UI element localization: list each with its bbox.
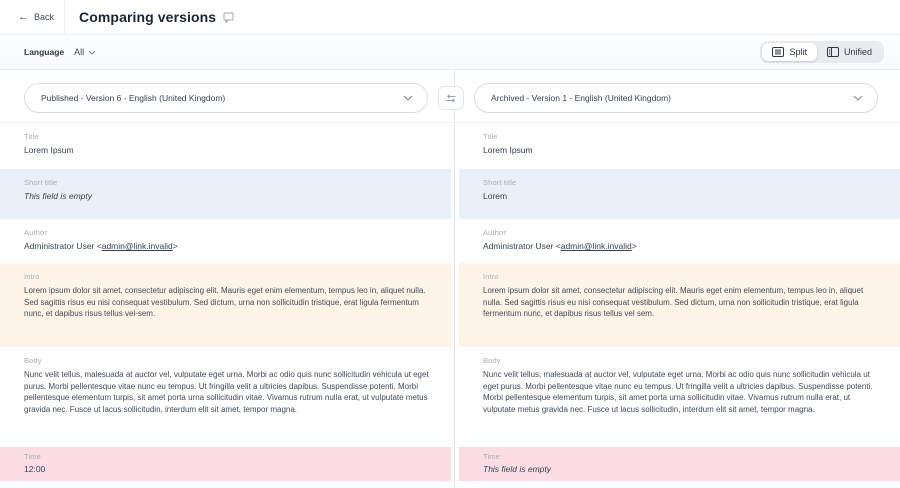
author-email-link[interactable]: admin@link.invalid xyxy=(102,241,173,251)
field-row-time: Time 12:00 Time This field is empty xyxy=(0,447,900,481)
row-gap xyxy=(451,123,459,169)
version-selectors-row: Published - Version 6 - English (United … xyxy=(0,70,900,123)
field-label: Time xyxy=(24,452,429,461)
field-label: Title xyxy=(24,132,429,141)
comparing-versions-page: ← Back Comparing versions Language All xyxy=(0,0,900,488)
field-label: Author xyxy=(483,228,878,237)
field-cell-left: Intro Lorem ipsum dolor sit amet, consec… xyxy=(0,263,451,347)
field-value: Lorem Ipsum xyxy=(24,145,429,156)
language-value: All xyxy=(74,47,84,57)
field-label: Author xyxy=(24,228,429,237)
field-cell-right: Time This field is empty xyxy=(459,447,900,481)
view-mode-toggle: Split Unified xyxy=(760,41,884,63)
split-view-button[interactable]: Split xyxy=(762,43,817,61)
field-value-empty: This field is empty xyxy=(24,191,429,202)
field-label: Short title xyxy=(483,178,878,187)
author-suffix: > xyxy=(173,241,178,251)
back-label: Back xyxy=(34,12,54,22)
author-email-link[interactable]: admin@link.invalid xyxy=(561,241,632,251)
field-cell-left: Short title This field is empty xyxy=(0,169,451,219)
top-header: ← Back Comparing versions xyxy=(0,0,900,35)
author-prefix: Administrator User < xyxy=(24,241,102,251)
right-version-select[interactable]: Archived - Version 1 - English (United K… xyxy=(474,83,878,113)
field-label: Body xyxy=(483,356,878,365)
field-value: Lorem ipsum dolor sit amet, consectetur … xyxy=(24,285,429,320)
language-label: Language xyxy=(24,47,64,57)
field-value-empty: This field is empty xyxy=(483,464,878,475)
comment-square-icon xyxy=(223,12,234,23)
field-row-short-title: Short title This field is empty Short ti… xyxy=(0,169,900,219)
back-arrow-icon: ← xyxy=(18,12,29,23)
row-gap xyxy=(451,219,459,263)
field-cell-left: Time 12:00 xyxy=(0,447,451,481)
field-cell-right: Body Nunc velit tellus, malesuada at auc… xyxy=(459,347,900,447)
field-row-author: Author Administrator User <admin@link.in… xyxy=(0,219,900,263)
field-label: Body xyxy=(24,356,429,365)
field-value: 12:00 xyxy=(24,464,429,475)
field-value: Lorem xyxy=(483,191,878,202)
field-cell-right: Intro Lorem ipsum dolor sit amet, consec… xyxy=(459,263,900,347)
row-gap xyxy=(451,169,459,219)
field-cell-left: Author Administrator User <admin@link.in… xyxy=(0,219,451,263)
chevron-down-icon xyxy=(88,50,96,55)
author-prefix: Administrator User < xyxy=(483,241,561,251)
row-gap xyxy=(451,263,459,347)
field-cell-right: Title Lorem Ipsum xyxy=(459,123,900,169)
language-select[interactable]: All xyxy=(74,47,96,57)
swap-versions-button[interactable] xyxy=(438,86,464,110)
field-label: Short title xyxy=(24,178,429,187)
field-label: Time xyxy=(483,452,878,461)
column-divider xyxy=(454,70,455,488)
right-version-value: Archived - Version 1 - English (United K… xyxy=(491,93,853,103)
unified-view-button[interactable]: Unified xyxy=(817,43,882,61)
field-value: Lorem Ipsum xyxy=(483,145,878,156)
field-label: Title xyxy=(483,132,878,141)
chevron-down-icon xyxy=(403,95,413,101)
field-row-intro: Intro Lorem ipsum dolor sit amet, consec… xyxy=(0,263,900,347)
field-label: Intro xyxy=(24,272,429,281)
field-cell-left: Title Lorem Ipsum xyxy=(0,123,451,169)
field-value: Nunc velit tellus, malesuada at auctor v… xyxy=(483,369,878,415)
field-cell-right: Author Administrator User <admin@link.in… xyxy=(459,219,900,263)
field-cell-left: Body Nunc velit tellus, malesuada at auc… xyxy=(0,347,451,447)
unified-view-icon xyxy=(827,47,839,57)
row-gap xyxy=(451,347,459,447)
compare-content: Published - Version 6 - English (United … xyxy=(0,70,900,488)
field-value: Administrator User <admin@link.invalid> xyxy=(483,241,878,252)
field-cell-right: Short title Lorem xyxy=(459,169,900,219)
header-divider xyxy=(64,0,65,35)
left-version-value: Published - Version 6 - English (United … xyxy=(41,93,403,103)
split-view-icon xyxy=(772,47,784,57)
compare-toolbar: Language All Split xyxy=(0,35,900,70)
field-row-title: Title Lorem Ipsum Title Lorem Ipsum xyxy=(0,123,900,169)
swap-arrows-icon xyxy=(445,94,457,103)
chevron-down-icon xyxy=(853,95,863,101)
back-button[interactable]: ← Back xyxy=(10,6,62,29)
author-suffix: > xyxy=(632,241,637,251)
field-value: Nunc velit tellus, malesuada at auctor v… xyxy=(24,369,429,415)
split-view-label: Split xyxy=(789,47,807,57)
unified-view-label: Unified xyxy=(844,47,872,57)
field-value: Lorem ipsum dolor sit amet, consectetur … xyxy=(483,285,878,320)
page-title: Comparing versions xyxy=(79,9,216,25)
field-row-body: Body Nunc velit tellus, malesuada at auc… xyxy=(0,347,900,447)
row-gap xyxy=(451,447,459,481)
field-label: Intro xyxy=(483,272,878,281)
left-version-select[interactable]: Published - Version 6 - English (United … xyxy=(24,83,428,113)
field-value: Administrator User <admin@link.invalid> xyxy=(24,241,429,252)
